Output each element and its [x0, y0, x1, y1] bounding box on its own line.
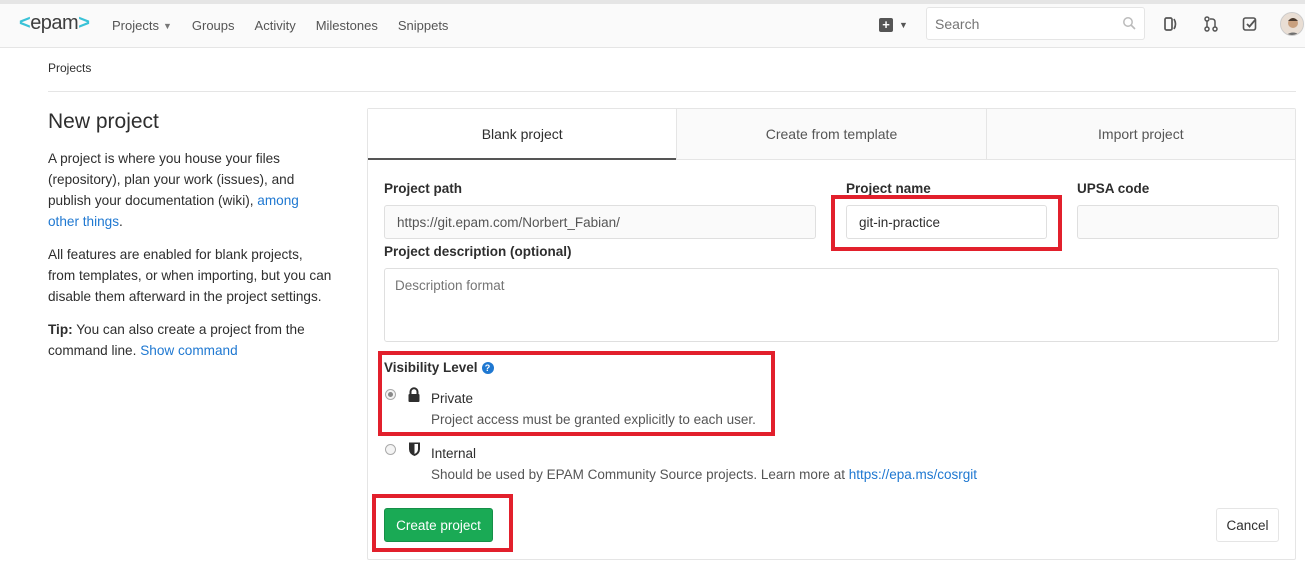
new-item-dropdown[interactable]: + ▼	[879, 18, 908, 32]
chevron-down-icon: ▼	[899, 20, 908, 30]
highlight-box-create-button	[372, 494, 513, 552]
highlight-box-project-name	[831, 195, 1062, 251]
nav-groups[interactable]: Groups	[192, 18, 235, 33]
breadcrumb-divider	[48, 91, 1296, 92]
visibility-internal-description: Should be used by EPAM Community Source …	[431, 467, 978, 482]
main-nav: Projects ▼ Groups Activity Milestones Sni…	[112, 18, 468, 33]
todo-checkbox-icon[interactable]	[1241, 15, 1259, 33]
project-info-sidebar: New project A project is where you house…	[48, 108, 333, 373]
show-command-link[interactable]: Show command	[140, 343, 237, 358]
chevron-down-icon: ▼	[162, 20, 172, 31]
features-text: All features are enabled for blank proje…	[48, 247, 332, 304]
breadcrumb[interactable]: Projects	[48, 61, 91, 75]
project-path-label: Project path	[384, 181, 463, 196]
user-avatar[interactable]	[1280, 12, 1304, 36]
nav-activity[interactable]: Activity	[255, 18, 296, 33]
upsa-code-field[interactable]	[1077, 205, 1279, 239]
project-type-tabs: Blank project Create from template Impor…	[368, 109, 1295, 160]
tab-import-project[interactable]: Import project	[985, 109, 1295, 160]
cancel-button[interactable]: Cancel	[1216, 508, 1279, 542]
tip-text: Tip: You can also create a project from …	[48, 322, 305, 358]
upsa-code-label: UPSA code	[1077, 181, 1150, 196]
visibility-internal-radio[interactable]	[385, 444, 396, 455]
nav-snippets[interactable]: Snippets	[398, 18, 449, 33]
nav-projects[interactable]: Projects ▼	[112, 18, 172, 33]
highlight-box-visibility-private	[378, 351, 775, 436]
nav-milestones[interactable]: Milestones	[316, 18, 378, 33]
merge-request-icon[interactable]	[1202, 15, 1220, 33]
tab-blank-project[interactable]: Blank project	[368, 109, 677, 160]
project-path-field: https://git.epam.com/Norbert_Fabian/	[384, 205, 816, 239]
shield-icon	[409, 442, 420, 456]
project-description-textarea[interactable]	[384, 268, 1279, 342]
project-description-label: Project description (optional)	[384, 244, 572, 259]
issues-icon[interactable]	[1162, 15, 1180, 33]
tab-create-from-template[interactable]: Create from template	[676, 109, 986, 160]
project-name-label: Project name	[846, 181, 931, 196]
visibility-internal-title[interactable]: Internal	[431, 446, 476, 461]
epam-logo[interactable]: <epam>	[19, 12, 90, 35]
project-description-text: A project is where you house your files …	[48, 151, 299, 229]
cosrgit-link[interactable]: https://epa.ms/cosrgit	[849, 467, 977, 482]
search-icon	[1123, 17, 1136, 30]
plus-square-icon: +	[879, 18, 893, 32]
page-title: New project	[48, 110, 159, 133]
search-input[interactable]	[926, 7, 1145, 40]
